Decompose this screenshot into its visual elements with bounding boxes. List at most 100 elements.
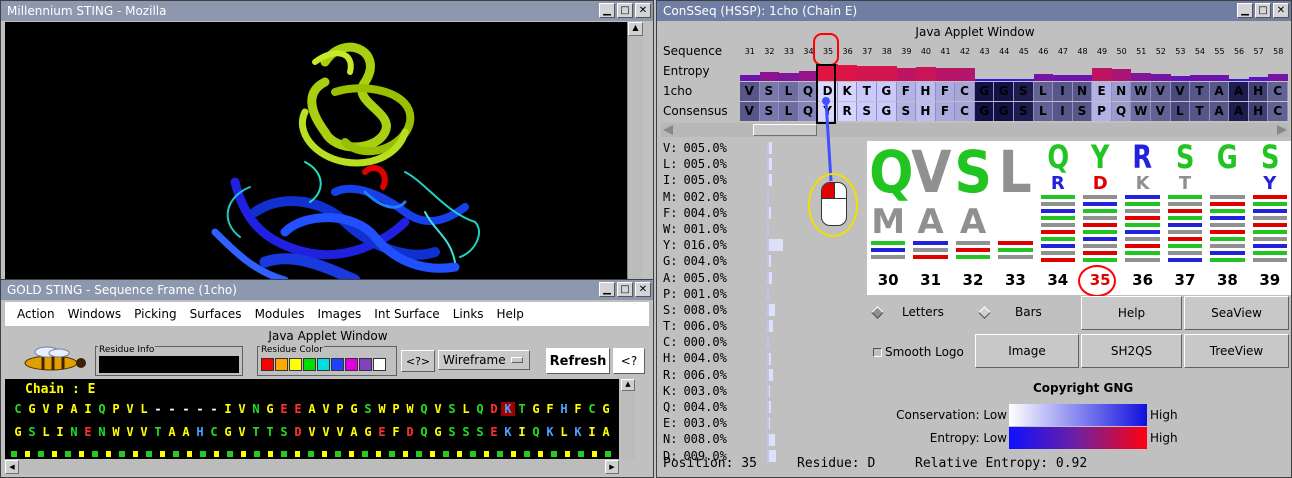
sequence-residue[interactable]: N (249, 402, 263, 416)
sequence-residue[interactable]: G (263, 402, 277, 416)
color-swatch[interactable] (317, 358, 330, 371)
sequence-residue[interactable]: Q (473, 402, 487, 416)
sequence-residue[interactable]: V (319, 425, 333, 439)
color-swatch[interactable] (303, 358, 316, 371)
sequence-residue[interactable]: N (67, 425, 81, 439)
sequence-residue[interactable]: V (137, 425, 151, 439)
residue-info-field[interactable] (99, 356, 239, 373)
menu-surfaces[interactable]: Surfaces (190, 307, 242, 321)
menu-int-surface[interactable]: Int Surface (374, 307, 439, 321)
sequence-residue[interactable]: I (221, 402, 235, 416)
sequence-residue[interactable]: V (333, 425, 347, 439)
image-button[interactable]: Image (975, 334, 1079, 368)
sequence-residue[interactable]: S (473, 425, 487, 439)
sequence-residue[interactable]: C (11, 402, 25, 416)
sequence-residue[interactable]: G (11, 425, 25, 439)
color-swatch[interactable] (331, 358, 344, 371)
gold-hscrollbar[interactable]: ◀ ▶ (5, 460, 619, 474)
sequence-residue[interactable]: P (389, 402, 403, 416)
sequence-residue[interactable]: H (193, 425, 207, 439)
color-swatch[interactable] (359, 358, 372, 371)
sequence-residue[interactable]: L (137, 402, 151, 416)
color-swatch[interactable] (345, 358, 358, 371)
minimize-icon[interactable]: ▁ (599, 3, 615, 18)
sequence-residue[interactable]: A (347, 425, 361, 439)
sequence-residue[interactable]: A (165, 425, 179, 439)
color-swatch[interactable] (261, 358, 274, 371)
sequence-residue[interactable]: - (193, 402, 207, 416)
sequence-residue[interactable]: N (95, 425, 109, 439)
sequence-residue[interactable]: C (207, 425, 221, 439)
molecule-viewport[interactable] (5, 22, 627, 279)
sequence-residue[interactable]: D (291, 425, 305, 439)
sequence-residue[interactable]: F (389, 425, 403, 439)
sequence-residue[interactable]: E (375, 425, 389, 439)
menu-links[interactable]: Links (453, 307, 484, 321)
sequence-residue[interactable]: F (571, 402, 585, 416)
sequence-residue[interactable]: K (501, 402, 515, 416)
sequence-residue[interactable]: P (53, 402, 67, 416)
sequence-residue[interactable]: I (515, 425, 529, 439)
sequence-residue[interactable]: A (305, 402, 319, 416)
sequence-residue[interactable]: T (151, 425, 165, 439)
sequence-residue[interactable]: I (53, 425, 67, 439)
sequence-residue[interactable]: V (431, 402, 445, 416)
sequence-residue[interactable]: H (557, 402, 571, 416)
maximize-icon[interactable]: □ (617, 3, 633, 18)
scroll-up-icon[interactable]: ▲ (628, 22, 643, 36)
menu-help[interactable]: Help (497, 307, 524, 321)
sequence-residue[interactable]: K (501, 425, 515, 439)
sequence-residue[interactable]: K (571, 425, 585, 439)
sequence-residue[interactable]: Q (417, 425, 431, 439)
sequence-residue[interactable]: E (487, 425, 501, 439)
seaview-button[interactable]: SeaView (1184, 296, 1289, 330)
scroll-left-icon[interactable]: ◀ (5, 460, 19, 474)
scroll-right-icon[interactable]: ▶ (605, 460, 619, 474)
sequence-residue[interactable]: V (305, 425, 319, 439)
mozilla-scrollbar[interactable]: ▲ (627, 22, 643, 279)
sequence-residue[interactable]: D (403, 425, 417, 439)
sequence-residue[interactable]: A (179, 425, 193, 439)
menu-modules[interactable]: Modules (255, 307, 305, 321)
menu-action[interactable]: Action (17, 307, 55, 321)
sequence-residue[interactable]: L (39, 425, 53, 439)
sequence-residue[interactable]: G (599, 402, 613, 416)
close-icon[interactable]: ✕ (635, 282, 651, 297)
sequence-residue[interactable]: V (123, 425, 137, 439)
sequence-residue[interactable]: P (333, 402, 347, 416)
sequence-residue[interactable]: - (207, 402, 221, 416)
sequence-residue[interactable]: F (543, 402, 557, 416)
sequence-residue[interactable]: G (347, 402, 361, 416)
sequence-residue[interactable]: T (263, 425, 277, 439)
menu-windows[interactable]: Windows (68, 307, 122, 321)
sequence-residue[interactable]: C (585, 402, 599, 416)
refresh-button[interactable]: Refresh (546, 348, 610, 374)
sequence-residue[interactable]: - (165, 402, 179, 416)
sequence-residue[interactable]: Q (529, 425, 543, 439)
sequence-residue[interactable]: Q (95, 402, 109, 416)
sequence-residue[interactable]: S (25, 425, 39, 439)
sequence-residue[interactable]: A (67, 402, 81, 416)
help-button[interactable]: Help (1081, 296, 1182, 330)
sequence-residue[interactable]: S (445, 425, 459, 439)
sequence-residue[interactable]: L (459, 402, 473, 416)
sequence-residue[interactable]: E (81, 425, 95, 439)
letters-radio[interactable]: Letters (871, 305, 944, 319)
color-swatch[interactable] (289, 358, 302, 371)
maximize-icon[interactable]: □ (617, 282, 633, 297)
sequence-residue[interactable]: S (277, 425, 291, 439)
sequence-residue[interactable]: D (487, 402, 501, 416)
sequence-residue[interactable]: S (361, 402, 375, 416)
sequence-residue[interactable]: S (445, 402, 459, 416)
color-swatch[interactable] (373, 358, 386, 371)
sequence-residue[interactable]: G (529, 402, 543, 416)
sequence-residue[interactable]: T (515, 402, 529, 416)
gold-titlebar[interactable]: GOLD STING - Sequence Frame (1cho) ▁ □ ✕ (1, 280, 653, 300)
sequence-residue[interactable]: - (179, 402, 193, 416)
sh2qs-button[interactable]: SH2QS (1081, 334, 1182, 368)
minimize-icon[interactable]: ▁ (599, 282, 615, 297)
sequence-residue[interactable]: V (39, 402, 53, 416)
sequence-residue[interactable]: W (403, 402, 417, 416)
sequence-residue[interactable]: V (235, 425, 249, 439)
help-button-small[interactable]: <? (613, 348, 645, 374)
